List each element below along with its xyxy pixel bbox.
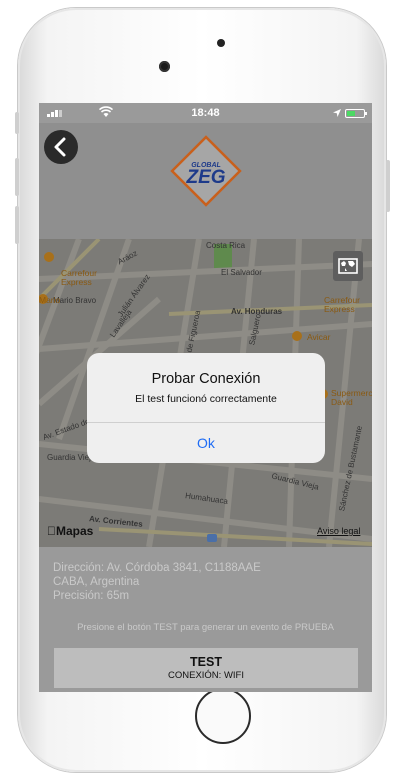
- test-button-title: TEST: [190, 655, 222, 669]
- header: GLOBAL ZEG: [39, 123, 372, 239]
- address-line-1: Dirección: Av. Córdoba 3841, C1188AAE: [53, 562, 261, 574]
- front-camera: [159, 61, 170, 72]
- battery-icon: [345, 109, 367, 118]
- chevron-left-icon: [54, 137, 66, 157]
- test-button[interactable]: TEST CONEXIÓN: WIFI: [54, 648, 358, 688]
- map-type-button[interactable]: [333, 251, 363, 281]
- alert-title: Probar Conexión: [151, 371, 261, 387]
- address-line-2: CABA, Argentina: [53, 576, 140, 588]
- precision-text: Precisión: 65m: [53, 590, 130, 602]
- poi-carrefour-express-right[interactable]: Carrefour Express: [324, 296, 372, 314]
- poi-supermercado-david[interactable]: Supermercado David: [331, 389, 372, 407]
- back-button[interactable]: [44, 130, 78, 164]
- volume-up-button: [15, 158, 19, 196]
- location-info: Dirección: Av. Córdoba 3841, C1188AAE CA…: [53, 561, 261, 603]
- poi-avicar[interactable]: Avicar: [307, 332, 330, 342]
- svg-text:ZEG: ZEG: [185, 167, 225, 188]
- alert-dialog: Probar Conexión El test funcionó correct…: [87, 353, 325, 463]
- legal-link[interactable]: Aviso legal: [317, 526, 360, 536]
- test-button-subtitle: CONEXIÓN: WIFI: [168, 670, 244, 681]
- screen: 18:48 GLOBAL ZEG Costa Rica El Salvador …: [39, 103, 372, 692]
- volume-down-button: [15, 206, 19, 244]
- status-bar: 18:48: [39, 103, 372, 123]
- poi-carrefour-express-left[interactable]: Carrefour Express: [61, 269, 111, 287]
- poi-mario[interactable]: Mario: [39, 295, 60, 305]
- location-arrow-icon: [333, 109, 341, 117]
- proximity-sensor: [217, 39, 225, 47]
- global-zeg-logo: GLOBAL ZEG: [170, 135, 242, 207]
- instruction-text: Presione el botón TEST para generar un e…: [77, 622, 334, 633]
- mute-switch: [15, 112, 19, 134]
- alert-message: El test funcionó correctamente: [135, 393, 277, 405]
- apple-maps-logo: Mapas: [47, 524, 93, 538]
- map-label-costa-rica: Costa Rica: [206, 241, 246, 250]
- status-time: 18:48: [191, 107, 220, 119]
- map-label-el-salvador: El Salvador: [221, 268, 262, 277]
- home-button[interactable]: [195, 688, 251, 744]
- power-button: [386, 160, 390, 212]
- alert-ok-button[interactable]: Ok: [87, 423, 325, 463]
- world-map-icon: [338, 258, 358, 274]
